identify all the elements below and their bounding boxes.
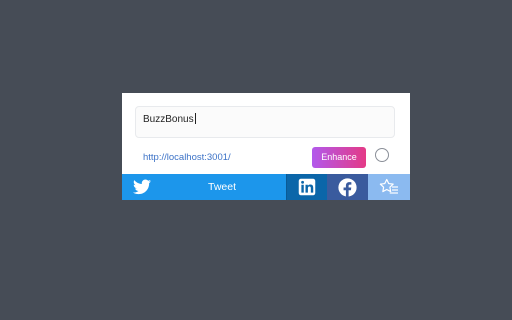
- share-bar: Tweet: [122, 174, 410, 200]
- facebook-share-button[interactable]: [327, 174, 368, 200]
- facebook-icon: [338, 177, 357, 197]
- loading-spinner-icon: [375, 148, 389, 162]
- tweet-button[interactable]: Tweet: [122, 174, 286, 200]
- favorite-list-button[interactable]: [368, 174, 410, 200]
- enhance-button[interactable]: Enhance: [312, 147, 366, 168]
- post-text-value: BuzzBonus: [143, 114, 194, 125]
- text-caret: [194, 113, 196, 124]
- star-list-icon: [379, 178, 398, 194]
- share-popup: BuzzBonus http://localhost:3001/ Enhance…: [122, 93, 410, 200]
- page-url-link[interactable]: http://localhost:3001/: [143, 152, 231, 163]
- post-text-input[interactable]: BuzzBonus: [135, 106, 395, 138]
- tweet-label: Tweet: [207, 181, 236, 193]
